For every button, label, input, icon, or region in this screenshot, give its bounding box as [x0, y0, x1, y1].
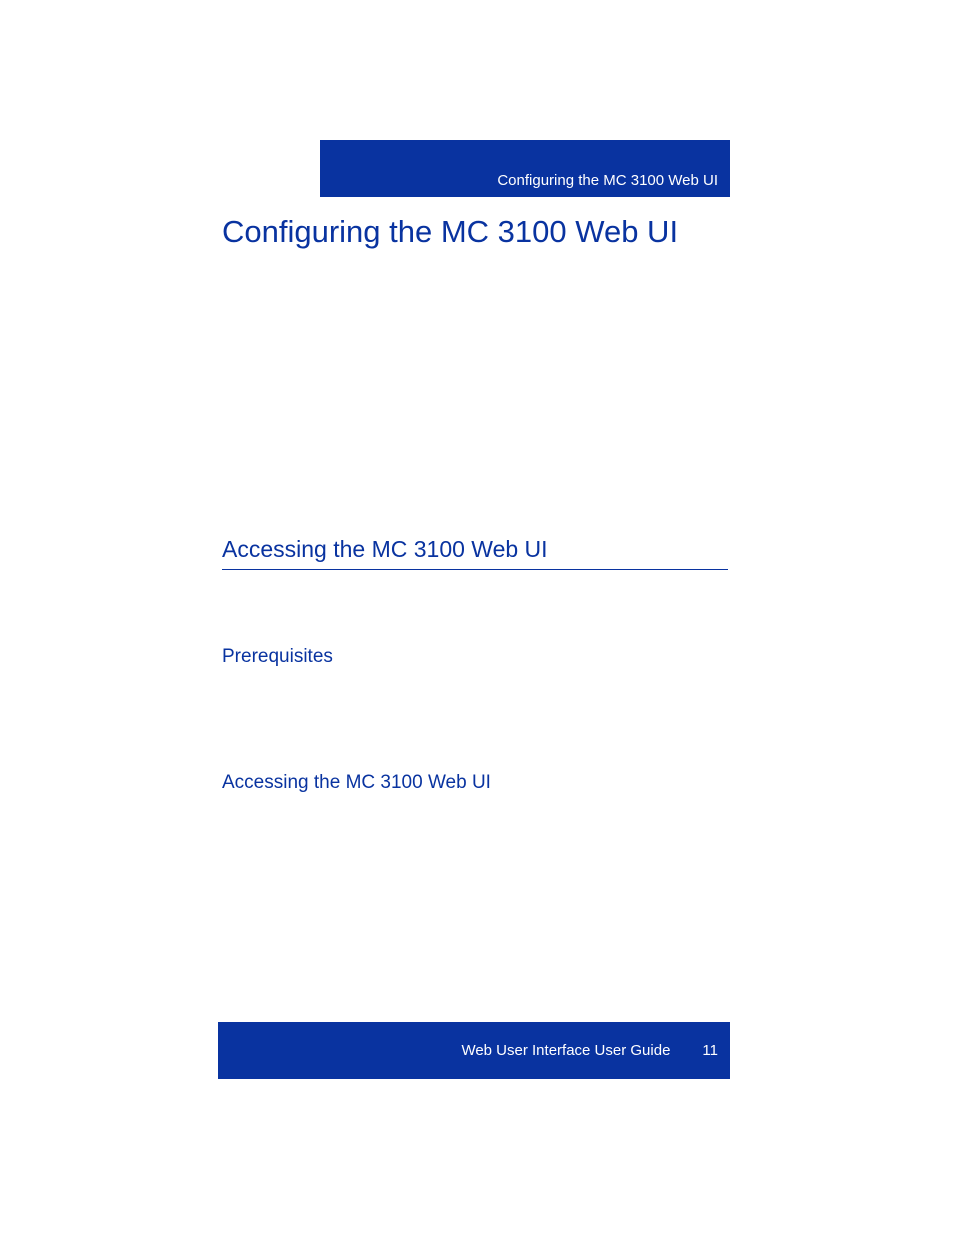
footer-band: Web User Interface User Guide 11: [218, 1022, 730, 1079]
chapter-title: Configuring the MC 3100 Web UI: [222, 214, 678, 250]
subsection-prerequisites: Prerequisites: [222, 646, 333, 668]
header-band: Configuring the MC 3100 Web UI: [320, 140, 730, 197]
page-number: 11: [702, 1042, 718, 1059]
header-band-text: Configuring the MC 3100 Web UI: [497, 172, 718, 189]
section-heading: Accessing the MC 3100 Web UI: [222, 536, 728, 570]
subsection-accessing: Accessing the MC 3100 Web UI: [222, 772, 491, 794]
footer-guide-name: Web User Interface User Guide: [461, 1042, 670, 1059]
